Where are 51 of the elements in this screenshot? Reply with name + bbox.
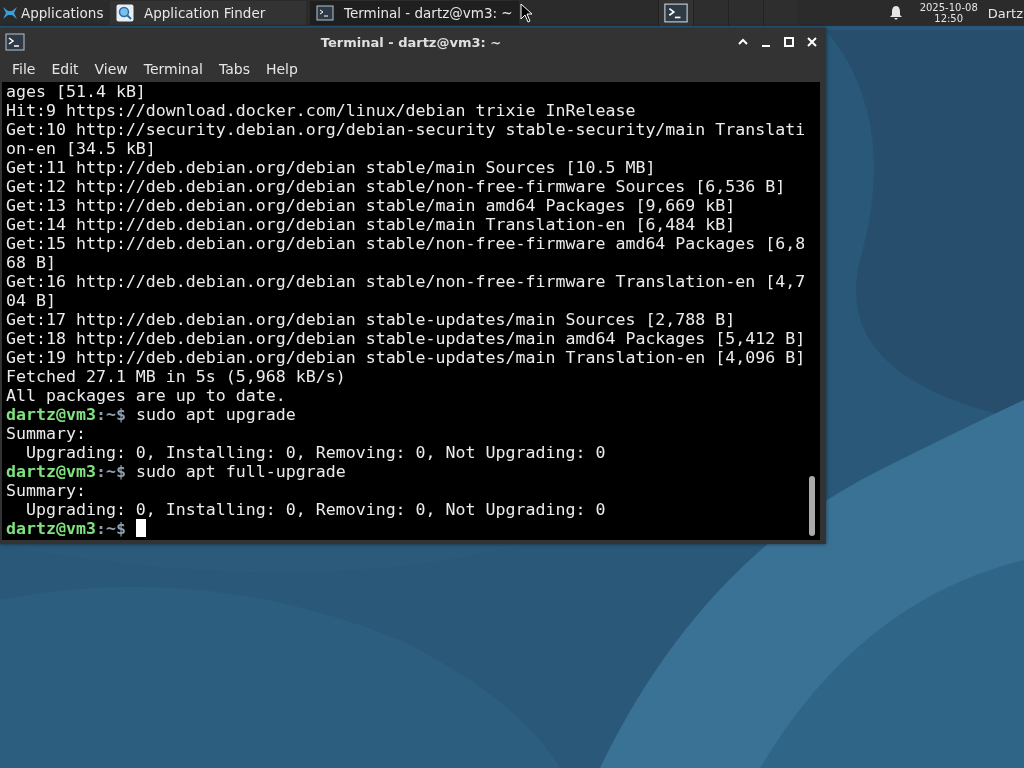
mouse-pointer-icon <box>520 3 534 23</box>
output-line: Upgrading: 0, Installing: 0, Removing: 0, Not Upgrading: 0 <box>24 443 607 462</box>
user-name[interactable]: Dartz <box>987 5 1023 21</box>
clock-time: 12:50 <box>934 13 964 24</box>
output-line: ages [51.4 kB] <box>6 82 147 101</box>
output-line: Get:12 http://deb.debian.org/debian stable/non-free-firmware Sources [6,536 B] <box>6 177 787 196</box>
output-line: Summary: <box>6 424 87 443</box>
output-line: Get:11 http://deb.debian.org/debian stable/main Sources [10.5 MB] <box>6 158 657 177</box>
command-text: sudo apt upgrade <box>135 405 296 424</box>
menu-item[interactable]: Terminal <box>135 61 211 77</box>
output-line: Get:15 http://deb.debian.org/debian stable/non-free-firmware amd64 Packages [6,8 <box>6 234 804 253</box>
output-line: Get:18 http://deb.debian.org/debian stable-updates/main amd64 Packages [5,412 B] <box>6 329 804 348</box>
output-line: All packages are up to date. <box>6 386 287 405</box>
window-title: Terminal - dartz@vm3: ~ <box>319 34 503 50</box>
output-line: Get:10 http://security.debian.org/debian-security stable-security/main Translati <box>6 120 804 139</box>
output-line: Get:17 http://deb.debian.org/debian stable-updates/main Sources [2,788 B] <box>6 310 737 329</box>
terminal-icon <box>5 32 25 52</box>
menu-item[interactable]: Help <box>257 61 306 77</box>
xfce-logo-icon <box>2 5 18 21</box>
output-line: 68 B] <box>6 253 57 272</box>
prompt-user: dartz@vm3 <box>6 462 96 481</box>
output-line: on-en [34.5 kB] <box>6 139 157 158</box>
output-line: Get:14 http://deb.debian.org/debian stable/main Translation-en [6,484 kB] <box>6 215 737 234</box>
scrollbar-thumb[interactable] <box>809 476 815 536</box>
output-line: Upgrading: 0, Installing: 0, Removing: 0, Not Upgrading: 0 <box>24 500 607 519</box>
terminal-icon <box>662 3 689 23</box>
prompt-user: dartz@vm3 <box>6 519 96 538</box>
command-text: sudo apt full-upgrade <box>135 462 346 481</box>
output-line: Get:13 http://deb.debian.org/debian stable/main amd64 Packages [9,669 kB] <box>6 196 737 215</box>
terminal-icon <box>316 4 334 22</box>
output-line: Get:19 http://deb.debian.org/debian stable-updates/main Translation-en [4,096 B] <box>6 348 804 367</box>
output-line: Hit:9 https://download.docker.com/linux/debian trixie InRelease <box>6 101 637 120</box>
prompt-path: :~$ <box>95 519 126 538</box>
prompt-path: :~$ <box>95 405 126 424</box>
prompt-path: :~$ <box>95 462 126 481</box>
prompt-user: dartz@vm3 <box>6 405 96 424</box>
applications-menu[interactable]: Applications <box>0 0 110 26</box>
output-line: Get:16 http://deb.debian.org/debian stable/non-free-firmware Translation-en [4,7 <box>6 272 804 291</box>
taskbar-button[interactable]: Application Finder <box>110 1 306 25</box>
menu-item[interactable]: File <box>4 61 44 77</box>
taskbar-button[interactable]: Terminal - dartz@vm3: ~ <box>310 1 519 25</box>
maximize-icon[interactable] <box>783 36 795 48</box>
output-line: Fetched 27.1 MB in 5s (5,968 kB/s) <box>6 367 347 386</box>
output-line: Summary: <box>6 481 87 500</box>
clock-date: 2025-10-08 <box>919 2 978 13</box>
menu-item[interactable]: Edit <box>43 61 87 77</box>
menu-item[interactable]: Tabs <box>210 61 258 77</box>
magnifier-icon <box>116 4 134 22</box>
close-icon[interactable] <box>806 36 818 48</box>
output-line: 04 B] <box>6 291 57 310</box>
menu-item[interactable]: View <box>86 61 136 77</box>
